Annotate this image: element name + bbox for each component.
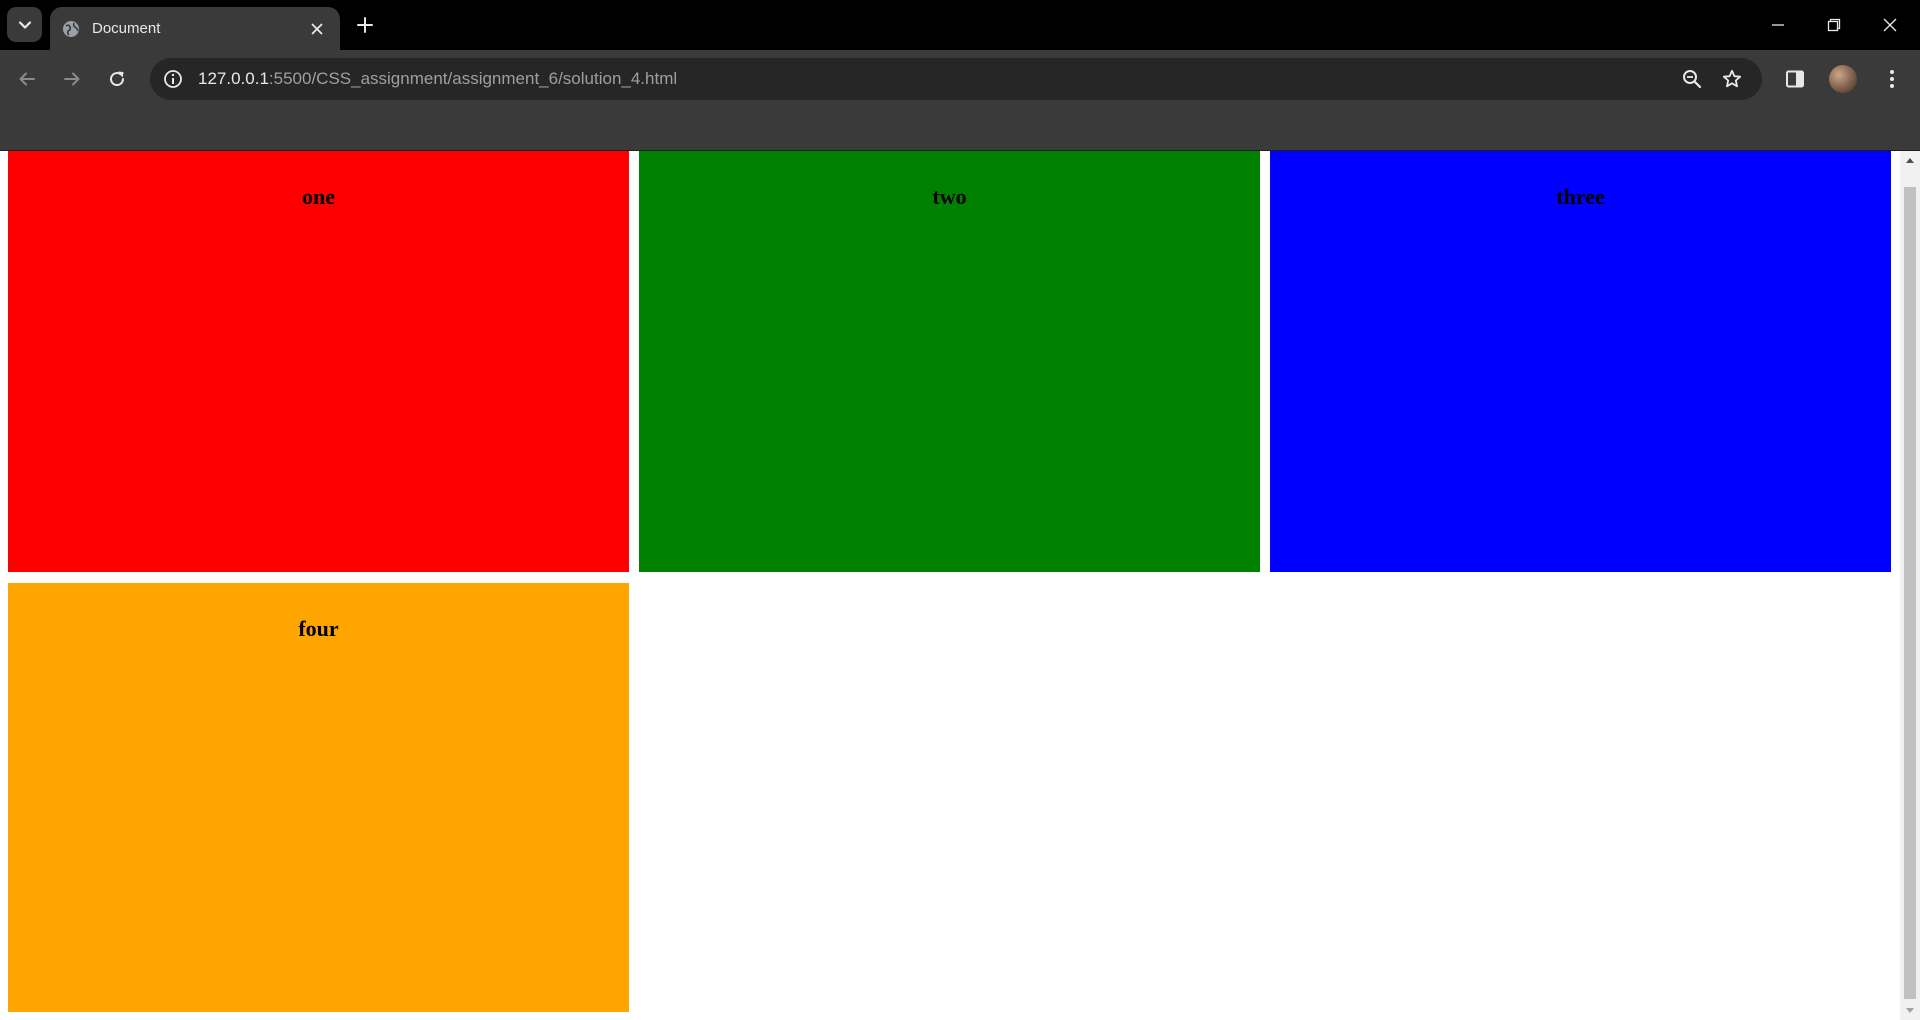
minimize-button[interactable] [1750, 0, 1806, 50]
scroll-down-arrow-icon[interactable] [1900, 1002, 1920, 1020]
url-text[interactable]: 127.0.0.1:5500/CSS_assignment/assignment… [198, 69, 677, 89]
box-three: three [1270, 151, 1891, 572]
forward-button[interactable] [55, 62, 89, 96]
address-bar[interactable]: 127.0.0.1:5500/CSS_assignment/assignment… [150, 58, 1762, 100]
scroll-up-arrow-icon[interactable] [1900, 151, 1920, 169]
browser-toolbar: 127.0.0.1:5500/CSS_assignment/assignment… [0, 50, 1920, 108]
more-vert-icon [1890, 70, 1894, 88]
window-close-button[interactable] [1862, 0, 1918, 50]
tab-search-button[interactable] [7, 7, 42, 42]
page-viewport: one two three four [0, 151, 1920, 1020]
avatar [1829, 65, 1857, 93]
bookmarks-bar [0, 108, 1920, 150]
star-icon[interactable] [1715, 62, 1749, 96]
forward-arrow-icon [64, 72, 80, 86]
new-tab-button[interactable] [350, 10, 380, 40]
back-button[interactable] [10, 62, 44, 96]
reload-icon [110, 71, 125, 87]
profile-button[interactable] [1826, 62, 1860, 96]
box-two: two [639, 151, 1260, 572]
box-four: four [8, 583, 629, 1012]
window-close-icon [1883, 18, 1897, 32]
side-panel-button[interactable] [1778, 62, 1812, 96]
side-panel-icon [1786, 70, 1804, 88]
box-one: one [8, 151, 629, 572]
vertical-scrollbar[interactable] [1900, 151, 1920, 1020]
restore-icon [1827, 18, 1841, 32]
box-label: one [302, 184, 335, 209]
menu-button[interactable] [1875, 62, 1909, 96]
url-path: :5500/CSS_assignment/assignment_6/soluti… [268, 69, 678, 88]
back-arrow-icon [19, 72, 35, 86]
box-label: four [298, 616, 339, 641]
minimize-icon [1772, 24, 1784, 26]
tab-title: Document [92, 20, 161, 37]
scrollbar-thumb[interactable] [1904, 187, 1916, 999]
restore-button[interactable] [1806, 0, 1862, 50]
active-tab[interactable]: Document [50, 7, 340, 50]
globe-icon [62, 20, 80, 38]
close-icon[interactable] [306, 18, 328, 40]
box-label: three [1556, 184, 1605, 209]
url-host: 127.0.0.1 [198, 69, 269, 88]
tab-strip: Document [0, 0, 1920, 50]
site-info-icon[interactable] [152, 58, 194, 100]
plus-icon [357, 17, 373, 33]
chevron-down-icon [18, 20, 31, 29]
zoom-icon[interactable] [1675, 62, 1709, 96]
reload-button[interactable] [100, 62, 134, 96]
box-label: two [932, 184, 967, 209]
